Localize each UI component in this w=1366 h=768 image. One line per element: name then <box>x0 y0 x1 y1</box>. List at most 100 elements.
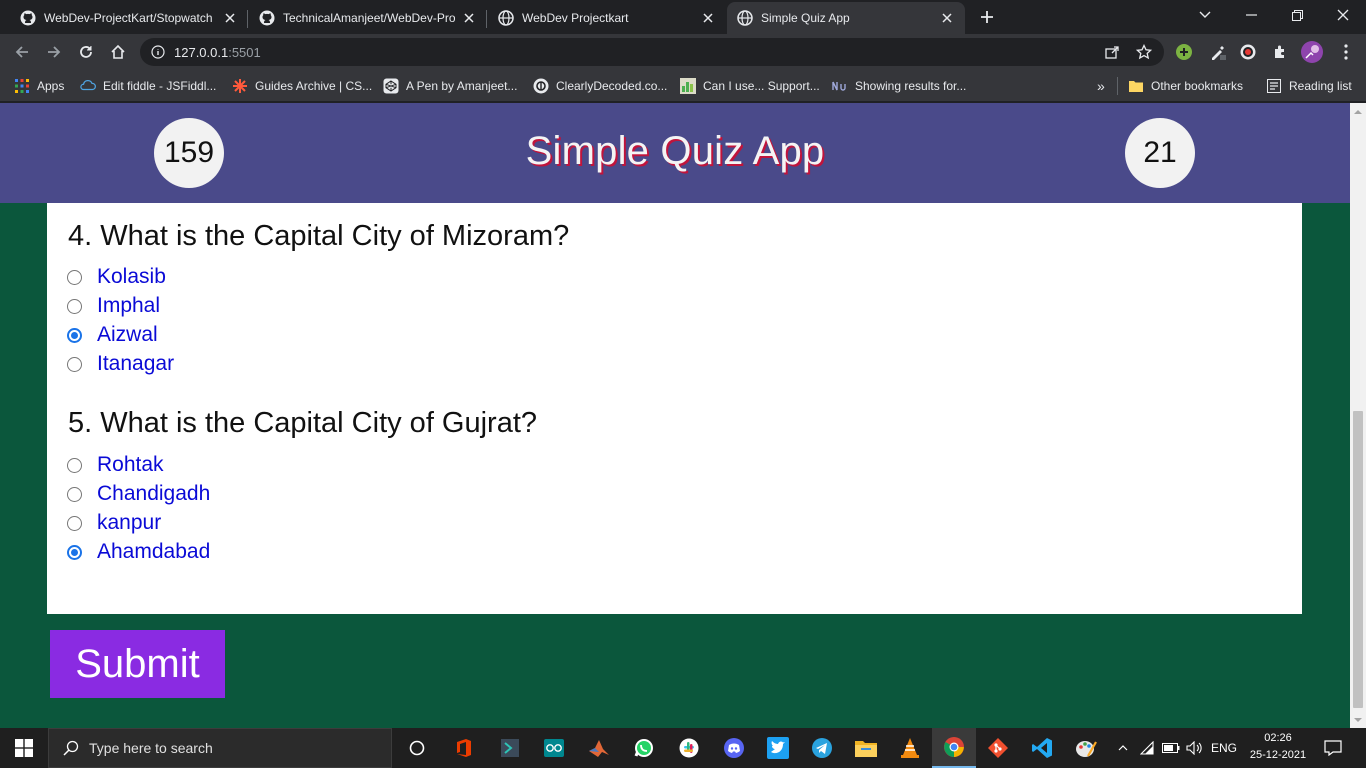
bookmark-apps[interactable]: Apps <box>14 76 64 96</box>
whatsapp-icon[interactable] <box>622 728 666 768</box>
profile-avatar[interactable] <box>1298 38 1326 66</box>
office-icon[interactable] <box>442 728 486 768</box>
option-itanagar[interactable]: Itanagar <box>67 351 174 377</box>
tab-stopwatch[interactable]: WebDev-ProjectKart/Stopwatch at <box>10 2 248 34</box>
back-button[interactable] <box>8 38 36 66</box>
language-indicator[interactable]: ENG <box>1206 728 1242 768</box>
taskbar-search-box[interactable]: Type here to search <box>48 728 392 768</box>
notifications-icon[interactable] <box>1318 728 1348 768</box>
bookmark-caniuse[interactable]: Can I use... Support... <box>680 76 820 96</box>
share-icon[interactable] <box>1102 42 1122 62</box>
new-tab-button[interactable] <box>976 6 998 28</box>
bookmarks-overflow-button[interactable]: » <box>1097 76 1105 96</box>
option-label: kanpur <box>97 511 162 534</box>
vscode-icon[interactable] <box>1020 728 1064 768</box>
radio-button[interactable] <box>67 486 82 502</box>
option-imphal[interactable]: Imphal <box>67 293 160 319</box>
wifi-icon[interactable] <box>1138 728 1158 768</box>
address-bar[interactable]: 127.0.0.1:5501 <box>140 38 1164 66</box>
tab-separator <box>486 10 487 28</box>
telegram-icon[interactable] <box>800 728 844 768</box>
scroll-up-arrow-icon[interactable] <box>1350 103 1366 119</box>
arduino-icon[interactable] <box>532 728 576 768</box>
submit-button[interactable]: Submit <box>50 630 225 698</box>
minimize-button[interactable] <box>1228 0 1274 30</box>
page-scrollbar[interactable] <box>1350 103 1366 728</box>
bookmark-css-tricks[interactable]: Guides Archive | CS... <box>232 76 372 96</box>
window-close-button[interactable] <box>1320 0 1366 30</box>
start-button[interactable] <box>0 728 48 768</box>
site-info-icon[interactable] <box>150 44 166 60</box>
paint-icon[interactable] <box>1064 728 1108 768</box>
tab-simple-quiz-app[interactable]: Simple Quiz App <box>727 2 965 34</box>
bookmark-star-icon[interactable] <box>1134 42 1154 62</box>
bookmark-search-results[interactable]: Showing results for... <box>832 76 966 96</box>
radio-button[interactable] <box>67 356 82 372</box>
folder-icon <box>1128 78 1144 94</box>
tab-webdev-proj[interactable]: TechnicalAmanjeet/WebDev-Proj <box>249 2 487 34</box>
right-counter-badge: 21 <box>1125 118 1195 188</box>
option-ahamdabad[interactable]: Ahamdabad <box>67 539 210 565</box>
vlc-icon[interactable] <box>888 728 932 768</box>
slack-icon[interactable] <box>667 728 711 768</box>
reading-list-button[interactable]: Reading list <box>1266 76 1352 96</box>
tab-title: Simple Quiz App <box>761 11 850 25</box>
powershell-icon[interactable] <box>488 728 532 768</box>
tab-separator <box>247 10 248 28</box>
tab-webdev-projectkart[interactable]: WebDev Projectkart <box>488 2 726 34</box>
discord-icon[interactable] <box>712 728 756 768</box>
caniuse-icon <box>680 78 696 94</box>
git-icon[interactable] <box>976 728 1020 768</box>
browser-toolbar: 127.0.0.1:5501 <box>0 34 1366 70</box>
option-chandigadh[interactable]: Chandigadh <box>67 481 210 507</box>
twitter-icon[interactable] <box>756 728 800 768</box>
bookmark-jsfiddle[interactable]: Edit fiddle - JSFiddl... <box>80 76 216 96</box>
bookmark-label: ClearlyDecoded.co... <box>556 79 668 93</box>
apps-grid-icon <box>14 78 30 94</box>
css-tricks-icon <box>232 78 248 94</box>
close-icon[interactable] <box>939 10 955 26</box>
radio-button[interactable] <box>67 298 82 314</box>
forward-button[interactable] <box>40 38 68 66</box>
option-kolasib[interactable]: Kolasib <box>67 264 166 290</box>
radio-button[interactable] <box>67 515 82 531</box>
option-label: Rohtak <box>97 453 164 476</box>
color-picker-icon[interactable] <box>1204 38 1232 66</box>
close-icon[interactable] <box>700 10 716 26</box>
bookmark-clearlydecoded[interactable]: ClearlyDecoded.co... <box>533 76 667 96</box>
radio-button[interactable] <box>67 269 82 285</box>
matlab-icon[interactable] <box>577 728 621 768</box>
search-placeholder: Type here to search <box>89 740 213 756</box>
option-aizwal[interactable]: Aizwal <box>67 322 158 348</box>
restore-button[interactable] <box>1274 0 1320 30</box>
clearlydecoded-icon <box>533 78 549 94</box>
bookmark-codepen[interactable]: A Pen by Amanjeet... <box>383 76 517 96</box>
reload-button[interactable] <box>72 38 100 66</box>
close-icon[interactable] <box>222 10 238 26</box>
task-view-icon[interactable] <box>395 728 439 768</box>
browser-menu-icon[interactable] <box>1332 38 1360 66</box>
bookmark-other-bookmarks[interactable]: Other bookmarks <box>1128 76 1243 96</box>
tab-search-button[interactable] <box>1182 0 1228 30</box>
bookmark-label: Other bookmarks <box>1151 79 1244 93</box>
show-hidden-icons-chevron-icon[interactable] <box>1114 728 1132 768</box>
quiz-page: 159 Simple Quiz App 21 4. What is the Ca… <box>0 103 1350 728</box>
jsfiddle-icon <box>80 78 96 94</box>
system-clock[interactable]: 02:26 25-12-2021 <box>1246 730 1310 766</box>
option-kanpur[interactable]: kanpur <box>67 510 161 536</box>
radio-button-checked[interactable] <box>67 327 82 343</box>
option-rohtak[interactable]: Rohtak <box>67 452 164 478</box>
radio-button-checked[interactable] <box>67 544 82 560</box>
scrollbar-thumb[interactable] <box>1353 411 1363 708</box>
close-icon[interactable] <box>461 10 477 26</box>
scroll-down-arrow-icon[interactable] <box>1350 712 1366 728</box>
chrome-icon[interactable] <box>932 728 976 768</box>
radio-button[interactable] <box>67 457 82 473</box>
battery-icon[interactable] <box>1160 728 1182 768</box>
volume-icon[interactable] <box>1184 728 1206 768</box>
record-extension-icon[interactable] <box>1234 38 1262 66</box>
extension-green-icon[interactable] <box>1170 38 1198 66</box>
extensions-puzzle-icon[interactable] <box>1266 38 1294 66</box>
home-button[interactable] <box>104 38 132 66</box>
file-explorer-icon[interactable] <box>844 728 888 768</box>
